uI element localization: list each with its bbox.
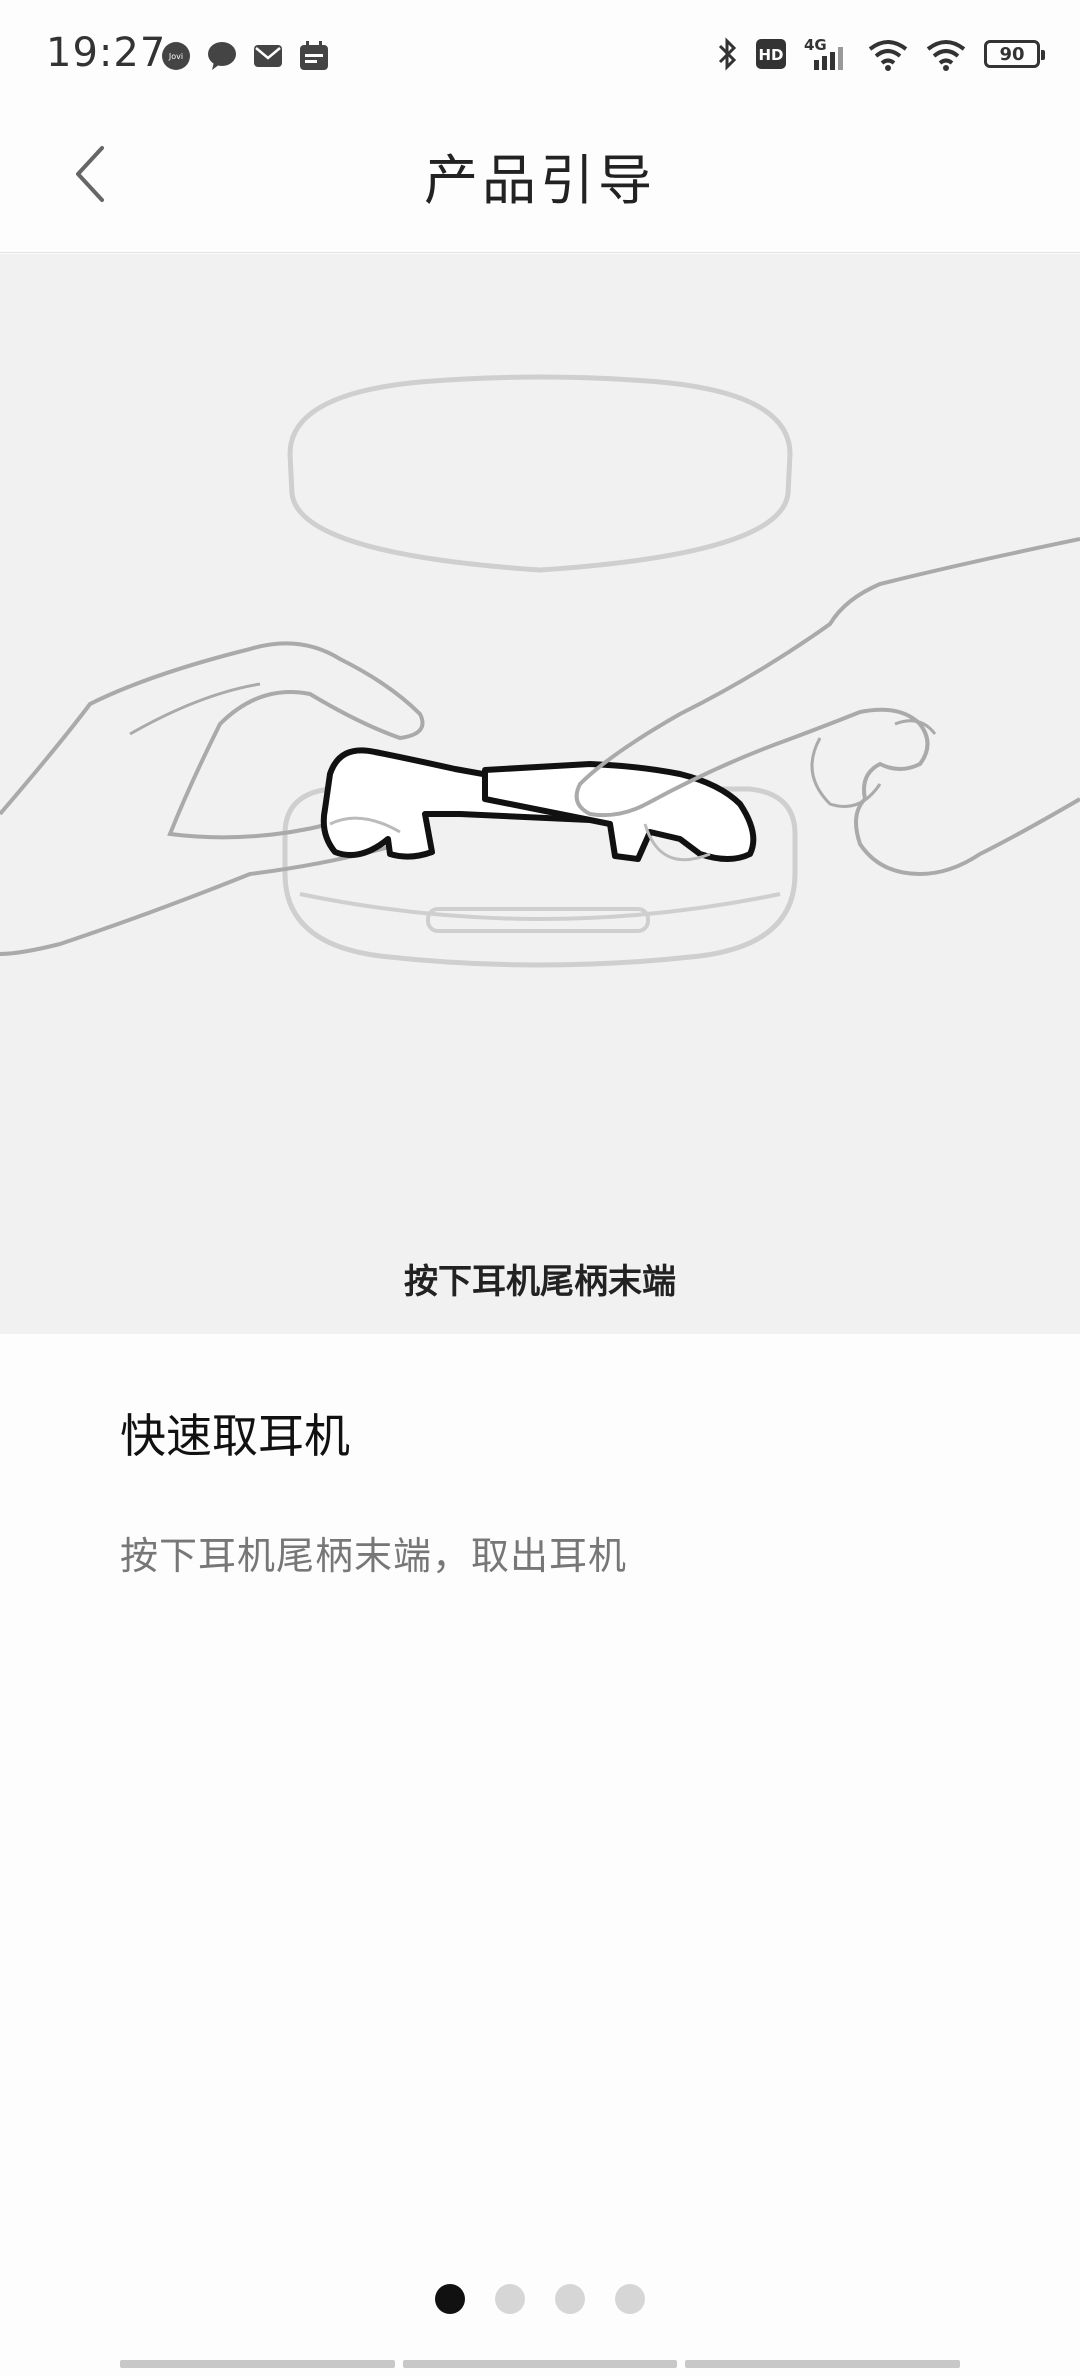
jovi-icon: Jovi — [162, 42, 190, 70]
4g-signal-icon: 4G — [804, 36, 843, 70]
guide-illustration: 按下耳机尾柄末端 — [0, 254, 1080, 1334]
status-time: 19:27 — [46, 30, 167, 76]
page-dot-2[interactable] — [495, 2284, 525, 2314]
nav-bar-segment — [402, 2360, 678, 2368]
page-title: 产品引导 — [424, 149, 656, 212]
mail-icon — [254, 45, 282, 67]
bluetooth-icon — [718, 37, 737, 71]
page-dot-3[interactable] — [555, 2284, 585, 2314]
top-app-bar: 产品引导 — [0, 100, 1080, 253]
status-bar: 19:27 Jovi HD 4G 90 — [0, 0, 1080, 100]
message-icon — [208, 42, 236, 70]
calendar-icon — [300, 41, 328, 70]
page-indicator[interactable] — [0, 2284, 1080, 2314]
bottom-navigation-indicator — [120, 2360, 961, 2368]
svg-text:4G: 4G — [804, 36, 827, 54]
battery-level: 90 — [999, 43, 1025, 65]
svg-text:Jovi: Jovi — [168, 52, 183, 61]
notification-icons: Jovi — [160, 40, 330, 72]
nav-bar-segment — [120, 2360, 395, 2368]
wifi-icon — [926, 40, 966, 71]
page-dot-4[interactable] — [615, 2284, 645, 2314]
page-dot-1[interactable] — [435, 2284, 465, 2314]
illustration-caption: 按下耳机尾柄末端 — [404, 1262, 676, 1302]
battery-icon: 90 — [984, 40, 1045, 68]
system-icons: HD 4G 90 — [716, 36, 1045, 72]
wifi-hotspot-icon — [868, 40, 908, 71]
guide-title: 快速取耳机 — [120, 1409, 350, 1463]
svg-text:HD: HD — [758, 46, 783, 64]
earbuds-case-illustration — [0, 374, 1080, 968]
nav-bar-segment — [685, 2360, 961, 2368]
hd-icon: HD — [756, 39, 786, 69]
guide-description: 按下耳机尾柄末端，取出耳机 — [120, 1534, 628, 1578]
